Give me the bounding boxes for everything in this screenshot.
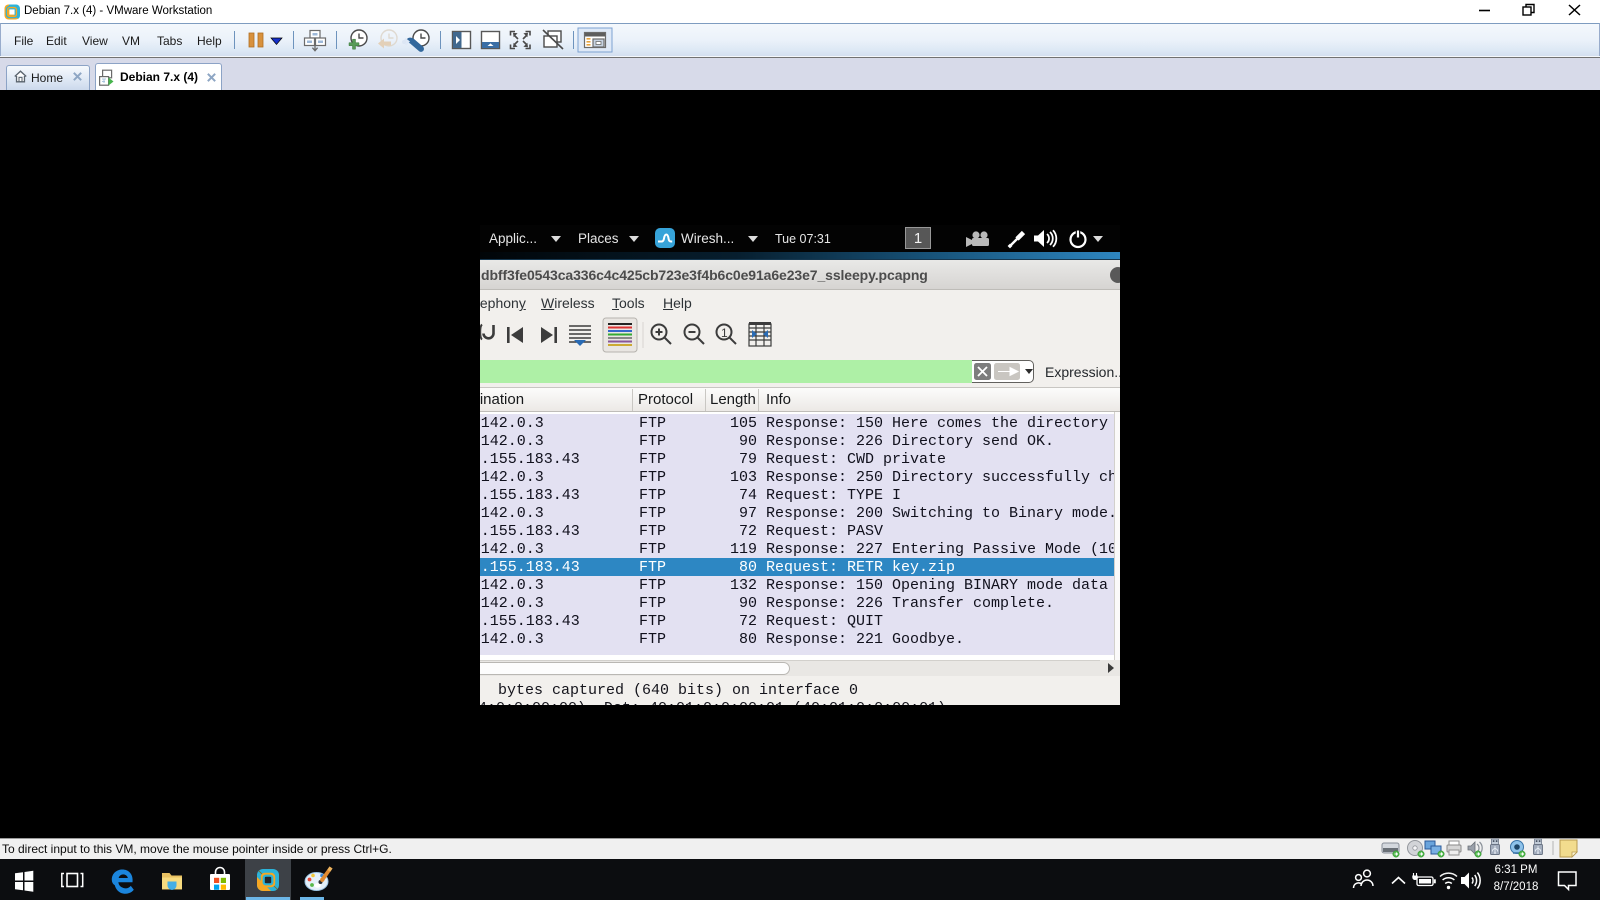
svg-text:1: 1 [721, 326, 728, 340]
